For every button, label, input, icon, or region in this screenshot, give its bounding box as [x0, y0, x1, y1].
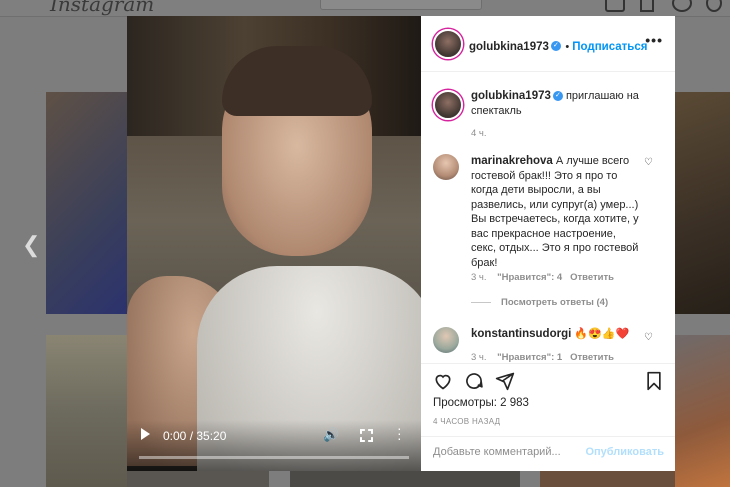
comment-input[interactable]: Добавьте комментарий...	[433, 446, 561, 458]
background-topbar: Instagram	[0, 0, 730, 17]
caption-username[interactable]: golubkina1973	[471, 90, 551, 102]
like-comment-icon[interactable]: ♡	[644, 332, 653, 343]
more-options-icon[interactable]: · · ·	[397, 421, 402, 445]
header-username[interactable]: golubkina1973	[469, 41, 549, 53]
background-thumbnail	[46, 335, 128, 487]
post-time: 4 ЧАСОВ НАЗАД	[433, 417, 501, 426]
explore-icon	[640, 0, 654, 12]
avatar[interactable]	[433, 90, 463, 120]
post-actions: Просмотры: 2 983 4 ЧАСОВ НАЗАД Добавьте …	[421, 363, 675, 469]
comment-meta: 3 ч. "Нравится": 1 Ответить	[471, 352, 614, 362]
more-icon[interactable]: •••	[645, 32, 663, 48]
reply-button[interactable]: Ответить	[570, 352, 614, 362]
like-comment-icon[interactable]: ♡	[644, 157, 653, 168]
verified-icon: ✓	[550, 40, 561, 51]
chevron-left-icon[interactable]: ❮	[22, 232, 40, 258]
fullscreen-icon[interactable]	[360, 429, 373, 442]
heart-nav-icon	[706, 0, 722, 12]
volume-icon[interactable]: 🔊	[323, 427, 339, 443]
avatar[interactable]	[433, 154, 459, 180]
comment: konstantinsudorgi 🔥😍👍❤️	[471, 327, 641, 342]
background-thumbnail	[127, 470, 269, 487]
caption-time: 4 ч.	[471, 128, 487, 139]
avatar[interactable]	[433, 327, 459, 353]
compass-icon	[672, 0, 692, 12]
caption: golubkina1973 ✓ приглашаю на спектакль	[471, 89, 641, 118]
background-thumbnail	[675, 92, 730, 314]
play-icon[interactable]	[141, 428, 150, 440]
background-thumbnail	[290, 470, 520, 487]
comment-username[interactable]: marinakrehova	[471, 155, 553, 167]
comment-time: 3 ч.	[471, 272, 487, 283]
video-controls: 0:00 / 35:20 🔊 · · ·	[127, 420, 421, 471]
video-figure-hair	[222, 46, 372, 116]
header-user-line: golubkina1973 ✓ • Подписаться	[469, 37, 647, 55]
background-thumbnail	[540, 470, 676, 487]
video-time: 0:00 / 35:20	[163, 429, 227, 443]
comment-text: А лучше всего гостевой брак!!! Это я про…	[471, 155, 639, 269]
publish-button[interactable]: Опубликовать	[585, 446, 664, 458]
comment: marinakrehova А лучше всего гостевой бра…	[471, 154, 639, 270]
post-header: golubkina1973 ✓ • Подписаться •••	[421, 16, 675, 72]
replies-line	[471, 301, 491, 303]
reply-button[interactable]: Ответить	[570, 272, 614, 283]
video-player[interactable]	[127, 16, 421, 471]
video-progress-bar[interactable]	[139, 456, 409, 459]
comment-text: 🔥😍👍❤️	[574, 328, 630, 340]
comment-likes[interactable]: "Нравится": 1	[497, 352, 562, 362]
comment-icon[interactable]	[464, 371, 484, 391]
comment-time: 3 ч.	[471, 352, 487, 362]
view-replies-button[interactable]: Посмотреть ответы (4)	[471, 297, 608, 308]
comment-likes[interactable]: "Нравится": 4	[497, 272, 562, 283]
comment-username[interactable]: konstantinsudorgi	[471, 328, 571, 340]
background-search	[320, 0, 482, 10]
background-thumbnail	[46, 92, 128, 314]
background-thumbnail	[675, 335, 730, 487]
background-logo: Instagram	[50, 0, 155, 16]
post-panel: golubkina1973 ✓ • Подписаться ••• golubki…	[421, 16, 675, 471]
bookmark-icon[interactable]	[645, 371, 663, 391]
view-replies-label: Посмотреть ответы (4)	[501, 297, 609, 308]
comment-meta: 3 ч. "Нравится": 4 Ответить	[471, 272, 614, 283]
activity-icon	[605, 0, 625, 12]
follow-button[interactable]: Подписаться	[572, 41, 647, 53]
views-count: Просмотры: 2 983	[433, 397, 529, 409]
avatar[interactable]	[433, 29, 463, 59]
verified-icon: ✓	[552, 91, 563, 102]
comments-list[interactable]: golubkina1973 ✓ приглашаю на спектакль 4 …	[421, 72, 675, 362]
share-icon[interactable]	[495, 371, 515, 391]
heart-icon[interactable]	[433, 371, 453, 391]
add-comment-bar: Добавьте комментарий... Опубликовать	[421, 436, 675, 470]
